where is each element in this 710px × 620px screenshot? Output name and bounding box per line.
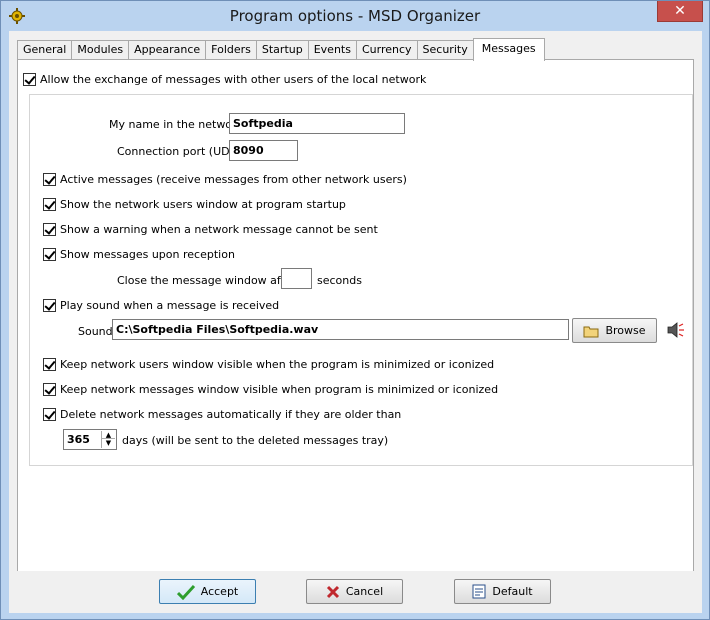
tab-appearance[interactable]: Appearance <box>128 40 206 60</box>
checkbox-label: Play sound when a message is received <box>60 299 280 312</box>
show-warning-checkbox[interactable]: Show a warning when a network message ca… <box>43 223 378 236</box>
checkbox-box[interactable] <box>43 248 56 261</box>
cancel-label: Cancel <box>345 585 384 598</box>
default-label: Default <box>492 585 533 598</box>
tab-folders[interactable]: Folders <box>205 40 256 60</box>
delete-old-checkbox[interactable]: Delete network messages automatically if… <box>43 408 401 421</box>
window-title: Program options - MSD Organizer <box>229 7 481 25</box>
button-bar: Accept Cancel Default <box>9 571 702 613</box>
play-sound-checkbox[interactable]: Play sound when a message is received <box>43 299 279 312</box>
port-input[interactable]: 8090 <box>229 140 298 161</box>
sound-file-input[interactable]: C:\Softpedia Files\Softpedia.wav <box>112 319 569 340</box>
document-settings-icon <box>472 584 486 599</box>
allow-exchange-checkbox[interactable]: Allow the exchange of messages with othe… <box>23 73 426 86</box>
keep-messages-visible-checkbox[interactable]: Keep network messages window visible whe… <box>43 383 498 396</box>
tab-currency[interactable]: Currency <box>355 40 417 60</box>
close-after-input[interactable] <box>281 268 312 289</box>
tab-general[interactable]: General <box>17 40 72 60</box>
client-area: General Modules Appearance Folders Start… <box>9 31 702 613</box>
tab-strip: General Modules Appearance Folders Start… <box>17 38 545 61</box>
my-name-label: My name in the network <box>109 118 243 131</box>
sound-label: Sound <box>78 325 113 338</box>
browse-button[interactable]: Browse <box>572 318 657 343</box>
messages-tab-page: Allow the exchange of messages with othe… <box>17 59 694 594</box>
accept-button[interactable]: Accept <box>159 579 256 604</box>
checkbox-label: Keep network users window visible when t… <box>60 358 495 371</box>
checkbox-box[interactable] <box>43 383 56 396</box>
play-sound-icon[interactable] <box>667 322 685 338</box>
checkbox-label: Delete network messages automatically if… <box>60 408 402 421</box>
active-messages-checkbox[interactable]: Active messages (receive messages from o… <box>43 173 407 186</box>
tab-messages[interactable]: Messages <box>472 38 545 61</box>
tab-startup[interactable]: Startup <box>255 40 308 60</box>
checkbox-box[interactable] <box>43 358 56 371</box>
days-label: days (will be sent to the deleted messag… <box>122 434 389 447</box>
days-value: 365 <box>67 433 90 446</box>
my-name-input[interactable]: Softpedia <box>229 113 405 134</box>
accept-label: Accept <box>200 585 239 598</box>
checkbox-label: Active messages (receive messages from o… <box>60 173 407 186</box>
titlebar[interactable]: Program options - MSD Organizer ✕ <box>1 1 709 31</box>
spin-up-icon[interactable]: ▲ <box>102 431 115 439</box>
browse-label: Browse <box>605 324 646 337</box>
checkbox-box[interactable] <box>43 173 56 186</box>
tab-security[interactable]: Security <box>416 40 473 60</box>
checkbox-box[interactable] <box>43 223 56 236</box>
checkmark-icon <box>176 584 195 600</box>
network-options-group: My name in the network Softpedia Connect… <box>29 94 693 466</box>
cancel-button[interactable]: Cancel <box>306 579 403 604</box>
seconds-label: seconds <box>317 274 362 287</box>
show-upon-reception-checkbox[interactable]: Show messages upon reception <box>43 248 235 261</box>
port-label: Connection port (UDP) <box>117 145 241 158</box>
checkbox-box[interactable] <box>43 198 56 211</box>
days-spin-input[interactable]: 365 ▲ ▼ <box>63 429 117 450</box>
keep-users-visible-checkbox[interactable]: Keep network users window visible when t… <box>43 358 494 371</box>
spin-down-icon[interactable]: ▼ <box>102 439 115 447</box>
tab-events[interactable]: Events <box>307 40 356 60</box>
default-button[interactable]: Default <box>454 579 551 604</box>
folder-icon <box>583 326 599 337</box>
checkbox-box[interactable] <box>23 73 36 86</box>
checkbox-label: Keep network messages window visible whe… <box>60 383 499 396</box>
close-button[interactable]: ✕ <box>657 1 703 22</box>
checkbox-label: Show the network users window at program… <box>60 198 346 211</box>
checkbox-label: Show messages upon reception <box>60 248 235 261</box>
checkbox-box[interactable] <box>43 408 56 421</box>
checkbox-label: Show a warning when a network message ca… <box>60 223 378 236</box>
checkbox-box[interactable] <box>43 299 56 312</box>
show-users-window-checkbox[interactable]: Show the network users window at program… <box>43 198 346 211</box>
options-window: Program options - MSD Organizer ✕ Genera… <box>0 0 710 620</box>
cross-icon <box>326 585 339 598</box>
close-after-label: Close the message window after <box>117 274 297 287</box>
checkbox-label: Allow the exchange of messages with othe… <box>40 73 427 86</box>
days-spinner[interactable]: ▲ ▼ <box>101 431 115 448</box>
tab-modules[interactable]: Modules <box>71 40 129 60</box>
